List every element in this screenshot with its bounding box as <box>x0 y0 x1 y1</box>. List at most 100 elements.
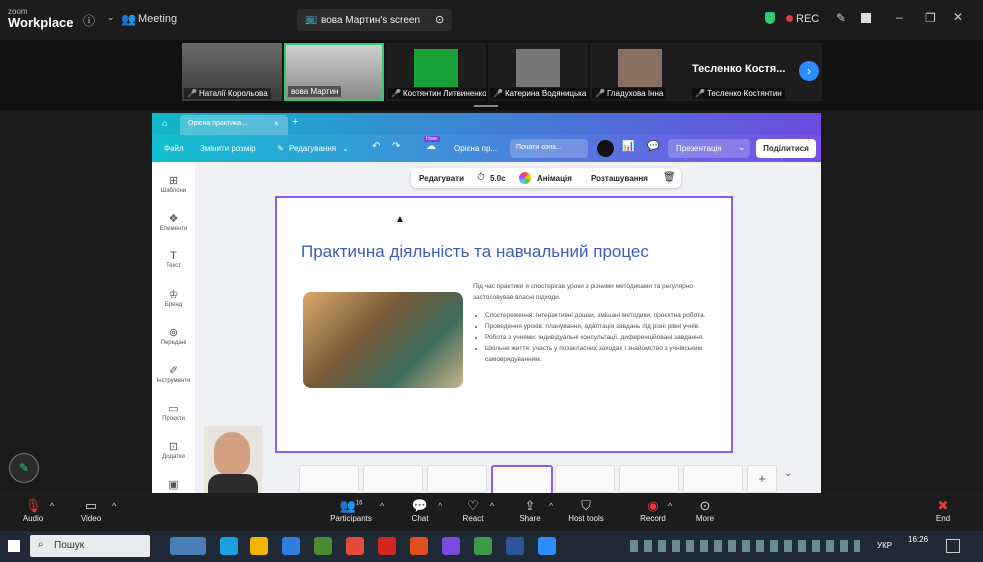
annotate-pen-icon[interactable]: ✎ <box>836 11 846 25</box>
sidebar-item-brand[interactable]: ♔ Бренд <box>152 288 195 308</box>
taskbar-app-icon[interactable] <box>410 537 428 555</box>
redo-icon[interactable]: ↷ <box>392 141 400 152</box>
editing-menu[interactable]: Редагування <box>289 144 336 153</box>
meeting-label[interactable]: Meeting <box>138 13 177 25</box>
slide-canvas[interactable]: Практична діяльність та навчальний проце… <box>275 196 733 453</box>
chevron-down-icon[interactable]: ⌄ <box>784 468 792 479</box>
chevron-up-icon[interactable]: ^ <box>50 501 54 511</box>
user-avatar[interactable] <box>597 140 614 157</box>
security-shield-icon[interactable] <box>765 12 775 24</box>
slide-thumbnail[interactable] <box>555 465 615 493</box>
slide-thumbnail[interactable] <box>363 465 423 493</box>
shared-screen-pill[interactable]: 📺 вова Мартин's screen ⊙ <box>297 9 452 31</box>
notifications-icon[interactable] <box>946 539 960 553</box>
windows-start-icon[interactable] <box>8 540 20 552</box>
info-icon[interactable]: ⓘ <box>83 12 95 29</box>
slide-thumbnail-selected[interactable] <box>491 465 553 493</box>
video-tile[interactable]: 🎤 Наталії Корольова <box>182 43 282 101</box>
more-button[interactable]: ⊙ More <box>690 498 720 523</box>
video-tile-active-speaker[interactable]: вова Мартин <box>284 43 384 101</box>
next-page-icon[interactable]: › <box>799 61 819 81</box>
cloud-save-icon[interactable]: ☁ <box>426 141 436 152</box>
presentation-button[interactable]: Презентація ⌄ <box>668 139 750 158</box>
chevron-down-icon[interactable]: ⌄ <box>107 12 115 23</box>
chat-button[interactable]: 💬 Chat <box>405 498 435 523</box>
taskbar-app-icon[interactable] <box>220 537 238 555</box>
language-indicator[interactable]: УКР <box>877 541 892 550</box>
browser-tab[interactable]: Орієна практика... × <box>180 115 288 135</box>
word-icon[interactable] <box>506 537 524 555</box>
animation-button[interactable]: Анімація <box>537 174 572 183</box>
home-icon[interactable]: ⌂ <box>162 118 167 128</box>
duration-button[interactable]: 5.0с <box>490 174 506 183</box>
sidebar-item-image[interactable]: ▣ <box>152 478 195 491</box>
slide-thumbnail[interactable] <box>299 465 359 493</box>
undo-icon[interactable]: ↶ <box>372 141 380 152</box>
chrome-icon[interactable] <box>346 537 364 555</box>
host-tools-button[interactable]: ⛉ Host tools <box>565 498 607 523</box>
recording-indicator[interactable]: REC <box>786 13 819 25</box>
slide-thumbnail[interactable] <box>683 465 743 493</box>
participants-button[interactable]: 👥16 Participants <box>326 498 376 523</box>
restore-icon[interactable]: ❐ <box>925 11 936 25</box>
color-wheel-icon[interactable] <box>519 172 531 184</box>
position-button[interactable]: Розташування <box>591 174 648 183</box>
slide-thumbnail[interactable] <box>619 465 679 493</box>
chevron-up-icon[interactable]: ^ <box>438 501 442 511</box>
drag-handle[interactable] <box>474 105 498 107</box>
sidebar-item-text[interactable]: T Текст <box>152 250 195 269</box>
slide-bullet-list[interactable]: Спостереження: інтерактивні дошки, зміша… <box>473 310 715 365</box>
sidebar-item-elements[interactable]: ❖ Елементи <box>152 212 195 232</box>
chevron-up-icon[interactable]: ^ <box>380 501 384 511</box>
more-options-icon[interactable]: ⊙ <box>435 13 444 26</box>
slide-title[interactable]: Практична діяльність та навчальний проце… <box>301 242 649 262</box>
file-explorer-icon[interactable] <box>250 537 268 555</box>
audio-button[interactable]: 🎙 Audio <box>18 498 48 523</box>
edit-button[interactable]: Редагувати <box>419 174 464 183</box>
viber-icon[interactable] <box>442 537 460 555</box>
chrome-icon[interactable] <box>474 537 492 555</box>
document-title[interactable]: Орієна пр... <box>454 144 497 153</box>
close-icon[interactable]: ✕ <box>953 10 963 24</box>
taskbar-app-icon[interactable] <box>314 537 332 555</box>
slide-thumbnail[interactable] <box>427 465 487 493</box>
system-tray-icons[interactable] <box>630 540 860 552</box>
taskbar-app-icon[interactable] <box>282 537 300 555</box>
opera-icon[interactable] <box>378 537 396 555</box>
sidebar-item-projects[interactable]: ▭ Проєкти <box>152 402 195 422</box>
slide-intro-text[interactable]: Під час практики я спостерігав уроки з р… <box>473 281 703 303</box>
sidebar-item-apps[interactable]: ⊡ Додатки <box>152 440 195 460</box>
new-tab-icon[interactable]: + <box>292 116 298 128</box>
chevron-up-icon[interactable]: ^ <box>549 501 553 511</box>
end-meeting-button[interactable]: ✖ End <box>928 498 958 523</box>
annotate-pen-icon[interactable]: ✎ <box>9 453 39 483</box>
video-button[interactable]: ▭ Video <box>76 498 106 523</box>
chevron-up-icon[interactable]: ^ <box>668 501 672 511</box>
comment-icon[interactable]: 💬 <box>647 141 659 152</box>
taskbar-search[interactable]: ⌕ Пошук <box>30 535 150 557</box>
zoom-app-icon[interactable] <box>538 537 556 555</box>
video-tile[interactable]: 🎤 Катерина Водяницька <box>488 43 588 101</box>
video-tile[interactable]: 🎤 Костянтин Литвиненко <box>386 43 486 101</box>
resize-menu[interactable]: Змінити розмір <box>200 144 256 153</box>
video-tile[interactable]: 🎤 Гладухова Інна <box>590 43 690 101</box>
taskbar-app-icon[interactable] <box>170 537 206 555</box>
minimize-icon[interactable]: – <box>896 10 903 24</box>
record-button[interactable]: ◉ Record <box>636 498 670 523</box>
react-button[interactable]: ♡ React <box>458 498 488 523</box>
classroom-image[interactable] <box>303 292 463 388</box>
insights-icon[interactable]: 📊 <box>622 141 634 152</box>
clock[interactable]: 16:26 <box>908 535 928 544</box>
add-slide-icon[interactable]: + <box>747 465 777 493</box>
tab-close-icon[interactable]: × <box>274 119 279 128</box>
file-menu[interactable]: Файл <box>164 144 184 153</box>
chevron-up-icon[interactable]: ^ <box>490 501 494 511</box>
share-button[interactable]: Поділитися <box>756 139 816 158</box>
view-layout-icon[interactable] <box>861 13 871 23</box>
sidebar-item-uploads[interactable]: ⊚ Передані <box>152 326 195 346</box>
chevron-up-icon[interactable]: ^ <box>112 501 116 511</box>
sidebar-item-tools[interactable]: ✐ Інструменти <box>152 364 195 384</box>
sidebar-item-templates[interactable]: ⊞ Шаблони <box>152 174 195 194</box>
share-screen-button[interactable]: ⇪ Share <box>515 498 545 523</box>
trash-icon[interactable]: 🗑 <box>663 172 676 183</box>
